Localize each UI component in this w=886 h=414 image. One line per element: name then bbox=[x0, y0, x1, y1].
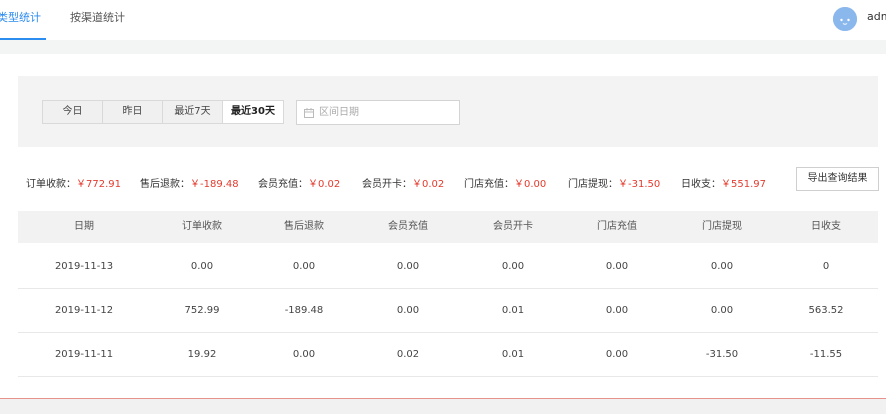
summary-member-recharge: 会员充值：￥0.02 bbox=[258, 179, 341, 190]
table-cell: 19.92 bbox=[187, 349, 217, 360]
username[interactable]: admin bbox=[867, 0, 886, 36]
date-range-input[interactable]: 区间日期 bbox=[296, 100, 460, 125]
tab-by-type[interactable]: 按类型统计 bbox=[0, 0, 41, 40]
table-cell: 0.00 bbox=[190, 261, 214, 272]
avatar[interactable] bbox=[833, 7, 857, 31]
table-cell: 0.02 bbox=[396, 349, 420, 360]
table-cell: 0.00 bbox=[396, 305, 420, 316]
table-cell: 0.00 bbox=[710, 305, 734, 316]
table-cell: 0.00 bbox=[605, 261, 629, 272]
range-yesterday-button[interactable]: 昨日 bbox=[103, 101, 163, 123]
header-separator bbox=[0, 40, 886, 54]
column-header-date[interactable]: 日期 bbox=[32, 211, 136, 243]
tab-bar: 按类型统计 按渠道统计 admin bbox=[0, 0, 886, 40]
table-cell: 0.00 bbox=[605, 349, 629, 360]
table-cell: -11.55 bbox=[809, 349, 843, 360]
table-row: 2019-11-12 752.99 -189.48 0.00 0.01 0.00… bbox=[18, 289, 878, 333]
table-cell: 2019-11-11 bbox=[54, 349, 114, 360]
table-row: 2019-11-11 19.92 0.00 0.02 0.01 0.00 -31… bbox=[18, 333, 878, 377]
table-cell: 0.00 bbox=[605, 305, 629, 316]
avatar-icon bbox=[833, 7, 857, 31]
range-last30-button[interactable]: 最近30天 bbox=[223, 101, 283, 123]
table-cell: -189.48 bbox=[284, 305, 324, 316]
column-header-order-income[interactable]: 订单收款 bbox=[150, 211, 254, 243]
table-cell: 0 bbox=[822, 261, 830, 272]
table-cell: -31.50 bbox=[705, 349, 739, 360]
table-cell: 2019-11-13 bbox=[54, 261, 114, 272]
summary-store-recharge: 门店充值：￥0.00 bbox=[464, 179, 547, 190]
range-last7-button[interactable]: 最近7天 bbox=[163, 101, 223, 123]
summary-member-card: 会员开卡：￥0.02 bbox=[362, 179, 445, 190]
column-header-member-card[interactable]: 会员开卡 bbox=[461, 211, 565, 243]
table-header: 日期 订单收款 售后退款 会员充值 会员开卡 门店充值 门店提现 日收支 bbox=[18, 211, 878, 243]
table-cell: 0.00 bbox=[501, 261, 525, 272]
summary-order-income: 订单收款：￥772.91 bbox=[26, 179, 121, 190]
export-results-button[interactable]: 导出查询结果 bbox=[796, 167, 879, 191]
table-cell: 752.99 bbox=[184, 305, 220, 316]
table-cell: 0.00 bbox=[396, 261, 420, 272]
column-header-refund[interactable]: 售后退款 bbox=[252, 211, 356, 243]
date-range-placeholder: 区间日期 bbox=[319, 107, 359, 118]
calendar-icon bbox=[304, 108, 314, 118]
table-cell: 2019-11-12 bbox=[54, 305, 114, 316]
range-today-button[interactable]: 今日 bbox=[43, 101, 103, 123]
table-row: 2019-11-13 0.00 0.00 0.00 0.00 0.00 0.00… bbox=[18, 245, 878, 289]
tab-by-channel[interactable]: 按渠道统计 bbox=[70, 0, 125, 40]
summary-refund: 售后退款：￥-189.48 bbox=[140, 179, 239, 190]
column-header-daily-balance[interactable]: 日收支 bbox=[774, 211, 878, 243]
column-header-member-recharge[interactable]: 会员充值 bbox=[356, 211, 460, 243]
column-header-store-recharge[interactable]: 门店充值 bbox=[565, 211, 669, 243]
quick-range-group: 今日 昨日 最近7天 最近30天 bbox=[42, 100, 284, 124]
table-cell: 0.00 bbox=[292, 261, 316, 272]
table-cell: 0.00 bbox=[292, 349, 316, 360]
table-cell: 0.01 bbox=[501, 349, 525, 360]
column-header-store-withdraw[interactable]: 门店提现 bbox=[670, 211, 774, 243]
summary-daily-balance: 日收支：￥551.97 bbox=[681, 179, 766, 190]
table-cell: 0.01 bbox=[501, 305, 525, 316]
table-cell: 0.00 bbox=[710, 261, 734, 272]
table-cell: 563.52 bbox=[808, 305, 844, 316]
footer-band bbox=[0, 398, 886, 414]
summary-store-withdraw: 门店提现：￥-31.50 bbox=[568, 179, 661, 190]
